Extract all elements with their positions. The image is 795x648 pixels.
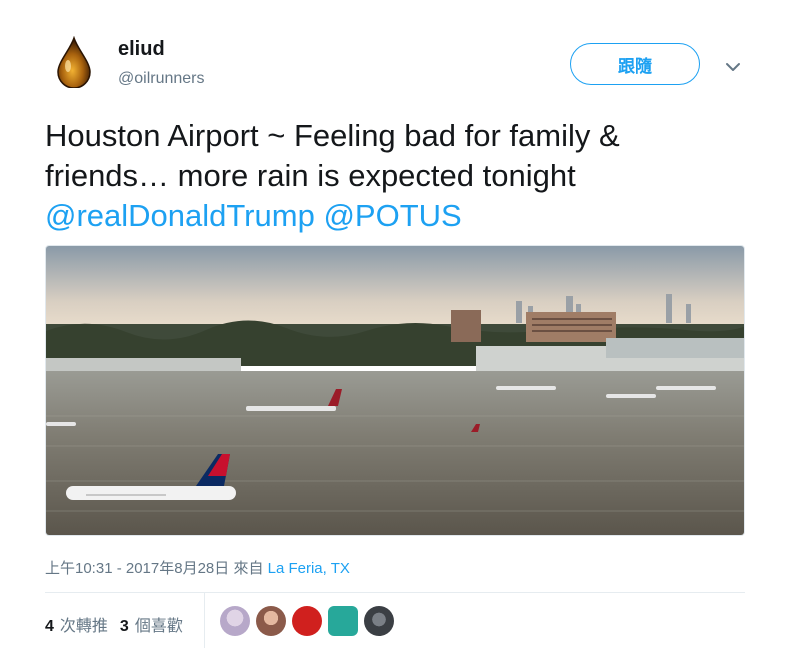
from-label: 來自 (233, 560, 264, 577)
avatar[interactable] (46, 34, 102, 90)
retweets-label: 次轉推 (59, 618, 108, 635)
timestamp[interactable]: 上午10:31 - 2017年8月28日 (45, 560, 229, 577)
liker-avatar-3[interactable] (292, 606, 322, 636)
tweet-text: Houston Airport ~ Feeling bad for family… (45, 116, 750, 236)
oil-drop-icon (57, 36, 91, 88)
liker-avatar-1[interactable] (220, 606, 250, 636)
likes-stat[interactable]: 3 個喜歡 (120, 612, 183, 636)
liker-avatars (220, 606, 394, 636)
liker-avatar-5[interactable] (364, 606, 394, 636)
follow-button[interactable]: 跟隨 (570, 43, 700, 85)
divider (45, 592, 745, 593)
author-handle[interactable]: @oilrunners (118, 70, 205, 88)
location-link[interactable]: La Feria, TX (268, 560, 350, 577)
chevron-down-icon[interactable] (722, 56, 744, 78)
retweets-stat[interactable]: 4 次轉推 (45, 612, 108, 636)
likes-label: 個喜歡 (134, 618, 183, 635)
mention-potus[interactable]: @POTUS (323, 198, 461, 233)
stats-separator (204, 593, 205, 648)
mention-realdonaldtrump[interactable]: @realDonaldTrump (45, 198, 315, 233)
liker-avatar-2[interactable] (256, 606, 286, 636)
tweet-stats: 4 次轉推 3 個喜歡 (45, 612, 183, 636)
author-name[interactable]: eliud (118, 38, 165, 61)
tweet-meta: 上午10:31 - 2017年8月28日 來自 La Feria, TX (45, 557, 350, 578)
tweet-body: Houston Airport ~ Feeling bad for family… (45, 118, 620, 193)
flooded-airport-photo[interactable] (45, 245, 745, 536)
likes-count: 3 (119, 618, 129, 635)
retweets-count: 4 (45, 618, 54, 635)
liker-avatar-4[interactable] (328, 606, 358, 636)
